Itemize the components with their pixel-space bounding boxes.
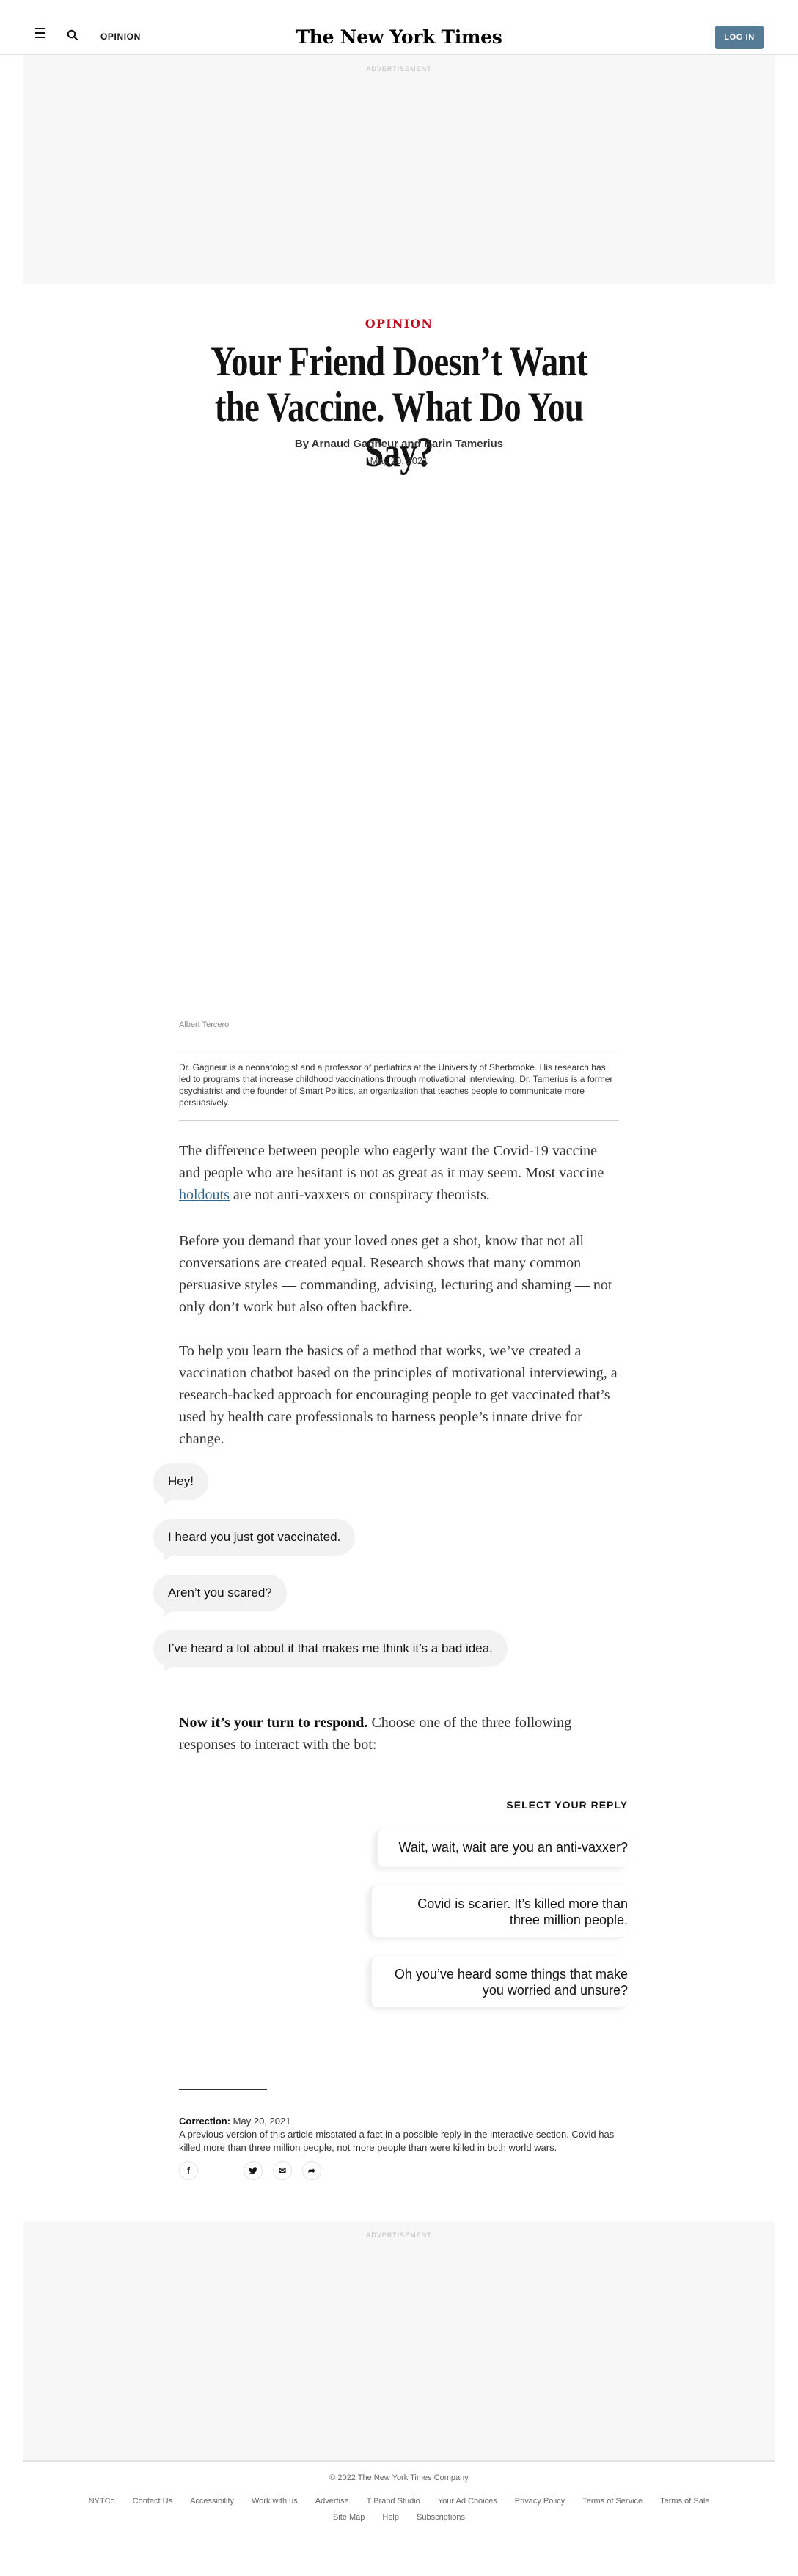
reply-option-2[interactable]: Covid is scarier. It’s killed more than … [370, 1885, 628, 1937]
correction-note: Correction: May 20, 2021 A previous vers… [179, 2115, 619, 2154]
holdouts-link[interactable]: holdouts [179, 1187, 230, 1203]
footer-link-terms-sale[interactable]: Terms of Sale [660, 2497, 709, 2506]
ad-label: ADVERTISEMENT [366, 65, 432, 73]
correction-date: May 20, 2021 [230, 2116, 291, 2127]
ad-top: ADVERTISEMENT [23, 55, 775, 284]
paragraph-text: are not anti-vaxxers or conspiracy theor… [229, 1187, 490, 1203]
select-reply-label: SELECT YOUR REPLY [506, 1799, 628, 1811]
footer-links: NYTCo Contact Us Accessibility Work with… [66, 2497, 732, 2522]
correction-label: Correction: [179, 2116, 231, 2127]
article-date: May 20, 2021 [370, 455, 428, 466]
footer-link-ad-choices[interactable]: Your Ad Choices [438, 2497, 497, 2506]
bot-message: Aren’t you scared? [153, 1575, 287, 1611]
paragraph-2: Before you demand that your loved ones g… [179, 1233, 612, 1315]
footer-link-t-brand[interactable]: T Brand Studio [367, 2497, 420, 2506]
footer-link-advertise[interactable]: Advertise [315, 2497, 349, 2506]
ad-bottom: ADVERTISEMENT [23, 2221, 775, 2462]
nyt-logo[interactable]: The New York Times [0, 26, 798, 48]
reply-text: Covid is scarier. It’s killed more than … [417, 1896, 628, 1927]
response-prompt: Now it’s your turn to respond. Choose on… [179, 1712, 619, 1756]
site-header: OPINION The New York Times LOG IN [0, 0, 798, 55]
reply-option-1[interactable]: Wait, wait, wait are you an anti-vaxxer? [376, 1829, 628, 1867]
author-bio: Dr. Gagneur is a neonatologist and a pro… [179, 1050, 619, 1121]
article-byline: By Arnaud Gagneur and Karin Tamerius [294, 438, 504, 450]
footer-link-nytco[interactable]: NYTCo [89, 2497, 115, 2506]
footer-link-accessibility[interactable]: Accessibility [190, 2497, 234, 2506]
more-share-icon[interactable]: ➦ [302, 2161, 321, 2180]
email-share-icon[interactable]: ✉ [273, 2161, 292, 2180]
correction-text: A previous version of this article misst… [179, 2129, 615, 2153]
article-image [0, 484, 798, 1012]
paragraph-3: To help you learn the basics of a method… [179, 1343, 618, 1447]
paragraph-1: The difference between people who eagerl… [179, 1140, 619, 1206]
facebook-share-icon[interactable]: f [179, 2161, 198, 2180]
twitter-share-icon[interactable] [244, 2161, 263, 2180]
prompt-bold: Now it’s your turn to respond. [179, 1715, 368, 1731]
paragraph-text: The difference between people who eagerl… [179, 1143, 604, 1181]
bot-message: Hey! [153, 1463, 208, 1500]
footer-link-contact[interactable]: Contact Us [133, 2497, 172, 2506]
reply-option-3[interactable]: Oh you’ve heard some things that make yo… [370, 1956, 628, 2007]
ad-label: ADVERTISEMENT [366, 2231, 432, 2239]
footer-link-privacy[interactable]: Privacy Policy [515, 2497, 565, 2506]
bot-message: I heard you just got vaccinated. [153, 1519, 356, 1556]
footer-link-help[interactable]: Help [382, 2513, 399, 2522]
footer-copyright: © 2022 The New York Times Company [329, 2473, 469, 2482]
reply-text: Wait, wait, wait are you an anti-vaxxer? [398, 1840, 628, 1855]
image-credit: Albert Tercero [179, 1020, 230, 1029]
divider [179, 2089, 267, 2090]
bot-message: I’ve heard a lot about it that makes me … [153, 1630, 508, 1667]
footer-link-site-map[interactable]: Site Map [333, 2513, 365, 2522]
login-button[interactable]: LOG IN [715, 26, 764, 49]
article-kicker[interactable]: OPINION [0, 317, 798, 331]
footer-link-terms-service[interactable]: Terms of Service [582, 2497, 643, 2506]
footer-link-subscriptions[interactable]: Subscriptions [417, 2513, 465, 2522]
reply-text: Oh you’ve heard some things that make yo… [394, 1967, 628, 1998]
footer-link-work-with-us[interactable]: Work with us [252, 2497, 298, 2506]
